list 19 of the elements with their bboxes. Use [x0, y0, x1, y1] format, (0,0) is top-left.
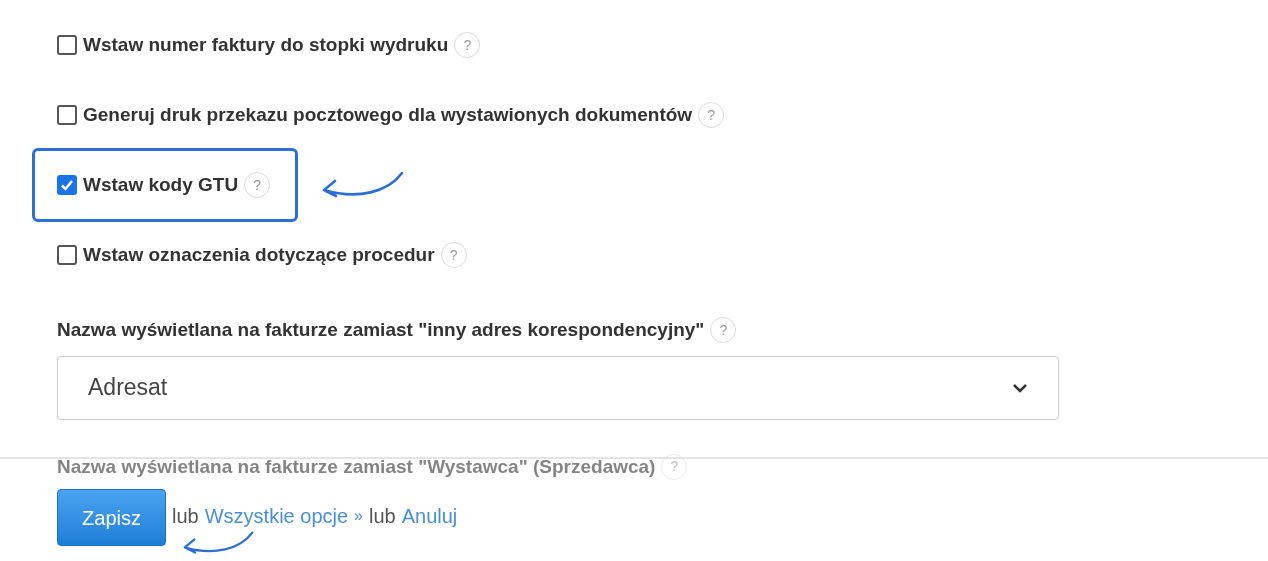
- chevron-icon: [1012, 382, 1028, 393]
- field-label: Nazwa wyświetlana na fakturze zamiast "Wystawca" (Sprzedawca): [57, 454, 656, 479]
- or-text: lub: [172, 504, 199, 529]
- chevrons-mark: »: [354, 506, 363, 526]
- check-icon: [60, 178, 74, 192]
- select-field[interactable]: Adresat: [57, 355, 1059, 420]
- option-label: Wstaw numer faktury do stopki wydruku: [83, 32, 449, 57]
- checkbox[interactable]: [57, 35, 77, 55]
- option-label: Generuj druk przekazu pocztowego dla wystawionych dokumentów: [83, 102, 693, 127]
- checkbox[interactable]: [57, 175, 77, 195]
- field-label: Nazwa wyświetlana na fakturze zamiast "inny adres korespondencyjny": [57, 318, 705, 342]
- link[interactable]: Wszystkie opcje: [204, 501, 349, 531]
- option-label: Wstaw oznaczenia dotyczące procedur: [83, 242, 435, 267]
- or-text: lub: [369, 504, 396, 529]
- link[interactable]: Anuluj: [401, 501, 458, 531]
- checkbox[interactable]: [57, 105, 77, 125]
- save-button[interactable]: Zapisz: [57, 489, 166, 546]
- option-label: Wstaw kody GTU: [83, 172, 239, 197]
- checkbox[interactable]: [57, 245, 77, 265]
